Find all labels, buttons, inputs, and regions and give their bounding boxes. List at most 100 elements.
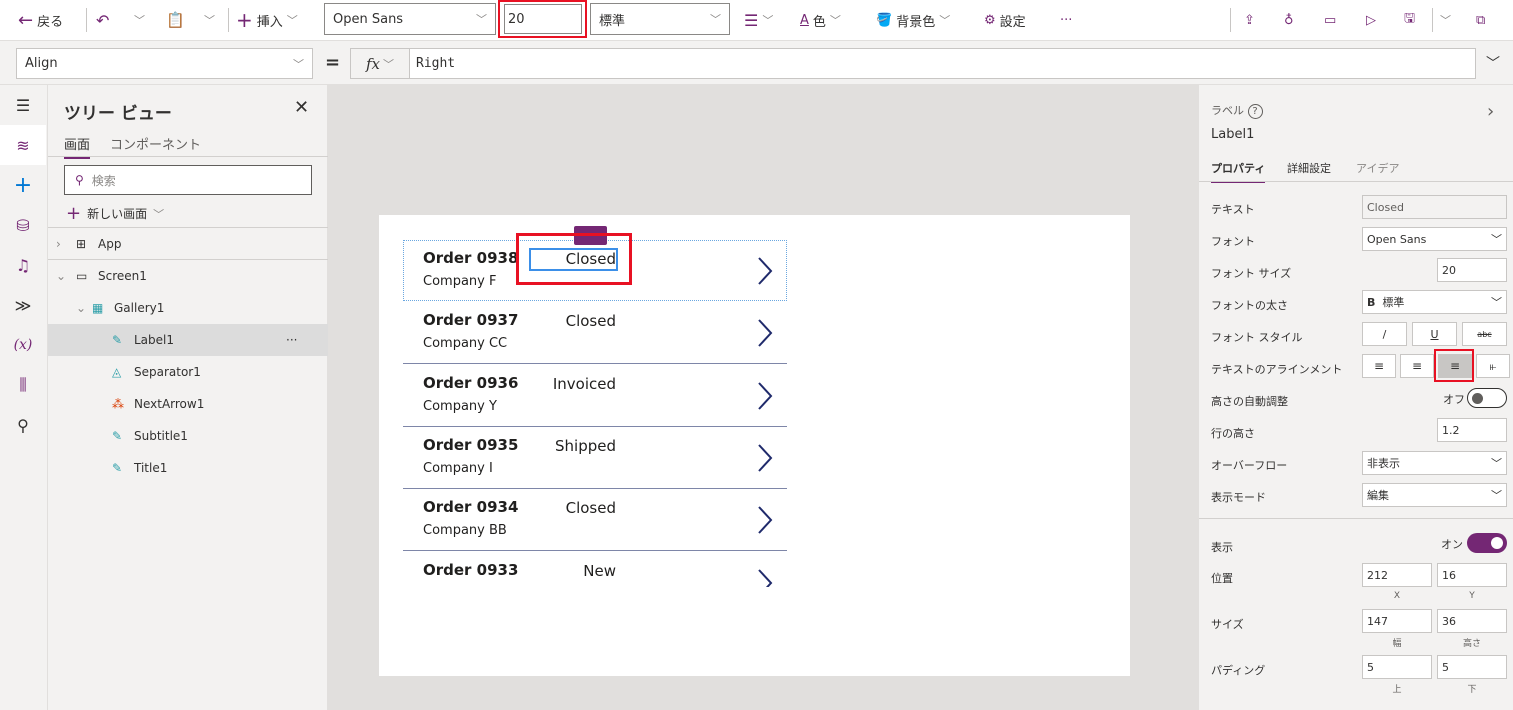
height-input[interactable]: 36: [1437, 609, 1507, 633]
padding-bottom-input[interactable]: 5: [1437, 655, 1507, 679]
gallery-row[interactable]: Order 0936 Company Y Invoiced: [403, 365, 787, 427]
search-input[interactable]: ⚲ 検索: [64, 165, 312, 195]
more-button[interactable]: ···: [1060, 9, 1072, 31]
next-arrow-icon[interactable]: [755, 443, 775, 473]
tree-view-panel: ツリー ビュー ✕ 画面 コンポーネント ⚲ 検索 + 新しい画面 ﹀ › ⊞ App ⌄…: [48, 85, 328, 710]
order-title: Order 0935: [423, 435, 519, 454]
equals-sign: =: [325, 52, 341, 73]
preview-button[interactable]: ▷: [1366, 9, 1376, 31]
data-cylinder-icon[interactable]: ⛁: [0, 205, 46, 245]
x-input[interactable]: 212: [1362, 563, 1432, 587]
align-left-button[interactable]: ≡: [1362, 354, 1396, 378]
save-dropdown[interactable]: ﹀: [1440, 9, 1451, 31]
tab-advanced[interactable]: 詳細設定: [1287, 160, 1331, 176]
share-button[interactable]: ⇪: [1244, 9, 1255, 31]
formula-value: Right: [416, 56, 456, 71]
tree-item-gallery1[interactable]: ⌄ ▦ Gallery1: [48, 292, 328, 324]
variables-icon[interactable]: (x): [0, 325, 46, 365]
close-icon[interactable]: ✕: [294, 97, 309, 118]
padding-top-input[interactable]: 5: [1362, 655, 1432, 679]
tree-item-screen1[interactable]: ⌄ ▭ Screen1: [48, 260, 328, 292]
help-icon[interactable]: ?: [1247, 104, 1263, 119]
font-color-icon: A: [800, 12, 809, 28]
next-arrow-icon[interactable]: [755, 505, 775, 535]
strikethrough-button[interactable]: abc: [1462, 322, 1507, 346]
align-center-button[interactable]: ≡: [1400, 354, 1434, 378]
tree-item-separator1[interactable]: ◬ Separator1: [48, 356, 328, 388]
align-button[interactable]: ☰ ﹀: [744, 9, 773, 31]
width-input[interactable]: 147: [1362, 609, 1432, 633]
font-size-input[interactable]: 20: [504, 4, 582, 34]
font-size-value: 20: [1442, 263, 1456, 277]
settings-button[interactable]: ⚙ 設定: [984, 9, 1026, 31]
padding-bottom-value: 5: [1442, 660, 1449, 674]
gallery-row[interactable]: Order 0937 Company CC Closed: [403, 302, 787, 365]
save-button[interactable]: 🖫: [1404, 9, 1415, 31]
undo-dropdown[interactable]: ﹀: [134, 9, 145, 31]
font-select[interactable]: Open Sans ﹀: [324, 3, 496, 35]
insert-plus-icon[interactable]: +: [0, 165, 46, 205]
italic-button[interactable]: /: [1362, 322, 1407, 346]
next-arrow-icon[interactable]: [755, 381, 775, 411]
search-icon[interactable]: ⚲: [0, 405, 46, 445]
next-arrow-icon[interactable]: [755, 256, 775, 286]
hamburger-menu-icon[interactable]: ☰: [0, 85, 46, 125]
font-weight-select[interactable]: B 標準 ﹀: [1362, 290, 1507, 314]
gallery-row[interactable]: Order 0934 Company BB Closed: [403, 489, 787, 552]
paste-dropdown[interactable]: ﹀: [204, 9, 215, 31]
font-select[interactable]: Open Sans ﹀: [1362, 227, 1507, 251]
fill-button[interactable]: 🪣 背景色 ﹀: [876, 9, 950, 31]
power-automate-icon[interactable]: ≫: [0, 285, 46, 325]
visible-toggle[interactable]: [1467, 533, 1507, 553]
y-input[interactable]: 16: [1437, 563, 1507, 587]
fx-button[interactable]: fx ﹀: [350, 48, 410, 79]
undo-button[interactable]: ↶: [96, 9, 109, 31]
color-button[interactable]: A 色 ﹀: [800, 9, 841, 31]
next-arrow-icon[interactable]: [755, 318, 775, 348]
tree-item-title1[interactable]: ✎ Title1: [48, 452, 328, 484]
tree-item-app[interactable]: › ⊞ App: [48, 228, 328, 260]
auto-height-toggle[interactable]: [1467, 388, 1507, 408]
font-weight-select[interactable]: 標準 ﹀: [590, 3, 730, 35]
font-size-input[interactable]: 20: [1437, 258, 1507, 282]
more-options-icon[interactable]: ···: [286, 333, 297, 347]
tree-item-subtitle1[interactable]: ✎ Subtitle1: [48, 420, 328, 452]
insert-button[interactable]: + 挿入 ﹀: [236, 8, 298, 32]
advanced-tools-icon[interactable]: ⫼: [0, 365, 46, 405]
media-icon[interactable]: ♫: [0, 245, 46, 285]
new-screen-button[interactable]: + 新しい画面 ﹀: [66, 203, 164, 224]
highlight-box: [516, 233, 632, 285]
property-select[interactable]: Align ﹀: [16, 48, 313, 79]
tab-properties[interactable]: プロパティ: [1211, 160, 1266, 183]
formula-input[interactable]: Right: [409, 48, 1476, 79]
next-arrow-icon[interactable]: [755, 568, 775, 587]
more-icon: ···: [1060, 12, 1073, 28]
chevron-right-icon[interactable]: ›: [1487, 101, 1494, 122]
back-button[interactable]: ← 戻る: [18, 9, 63, 31]
tab-ideas[interactable]: アイデア: [1356, 160, 1399, 176]
gallery-row[interactable]: Order 0935 Company I Shipped: [403, 427, 787, 489]
divider: [48, 156, 328, 157]
tree-view-title: ツリー ビュー: [64, 104, 172, 124]
tree-item-nextarrow1[interactable]: ⁂ NextArrow1: [48, 388, 328, 420]
order-title: Order 0934: [423, 498, 519, 517]
status-label: Invoiced: [552, 374, 616, 393]
display-mode-select[interactable]: 編集 ﹀: [1362, 483, 1507, 507]
line-height-input[interactable]: 1.2: [1437, 418, 1507, 442]
toolbar: ← 戻る ↶ ﹀ 📋 ﹀ + 挿入 ﹀ Open Sans ﹀ 20 標準 ﹀ ☰ ﹀ A色…: [0, 0, 1513, 41]
expand-formula-icon[interactable]: ﹀: [1486, 53, 1500, 73]
overflow-select[interactable]: 非表示 ﹀: [1362, 451, 1507, 475]
status-label: Shipped: [555, 436, 616, 455]
underline-button[interactable]: U: [1412, 322, 1457, 346]
tree-item-label1[interactable]: ✎ Label1 ···: [48, 324, 328, 356]
paste-button[interactable]: 📋: [166, 9, 185, 31]
tab-components[interactable]: コンポーネント: [110, 134, 201, 153]
text-input[interactable]: Closed: [1362, 195, 1507, 219]
align-justify-button[interactable]: ⫦: [1476, 354, 1510, 378]
comments-button[interactable]: ▭: [1324, 9, 1336, 31]
overflow-label: オーバーフロー: [1211, 459, 1288, 472]
app-checker-button[interactable]: ♁: [1284, 9, 1294, 31]
publish-button[interactable]: ⧉: [1476, 9, 1485, 31]
tree-view-layers-icon[interactable]: ≋: [0, 125, 46, 165]
gallery-row[interactable]: Order 0933 New: [403, 552, 787, 587]
